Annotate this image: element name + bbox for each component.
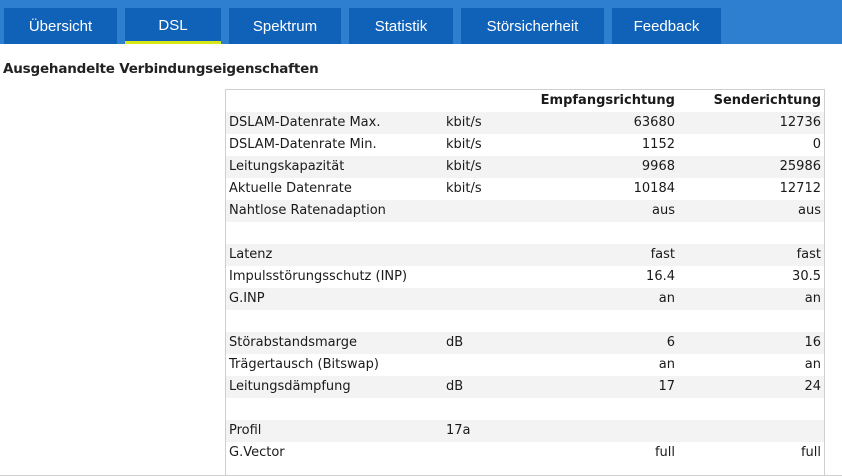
table-row: Leitungsdämpfung dB 17 24 <box>226 376 824 398</box>
section-title: Ausgehandelte Verbindungseigenschaften <box>3 61 319 77</box>
row-recv: 10184 <box>633 181 675 196</box>
tab-stoersicherheit[interactable]: Störsicherheit <box>461 8 604 44</box>
row-unit: dB <box>446 335 464 350</box>
row-recv: 1152 <box>641 137 675 152</box>
row-recv: 17 <box>658 379 675 394</box>
row-label: Trägertausch (Bitswap) <box>229 357 379 372</box>
table-row: DSLAM-Datenrate Min. kbit/s 1152 0 <box>226 134 824 156</box>
table-row: Trägertausch (Bitswap) an an <box>226 354 824 376</box>
row-recv: an <box>658 357 675 372</box>
table-row: Störabstandsmarge dB 6 16 <box>226 332 824 354</box>
row-recv: 9968 <box>641 159 675 174</box>
tab-label: DSL <box>158 17 188 34</box>
row-unit: kbit/s <box>446 115 482 130</box>
header-send: Senderichtung <box>713 93 821 108</box>
row-recv: 6 <box>666 335 675 350</box>
tab-label: Übersicht <box>28 17 93 35</box>
row-label: Impulsstörungsschutz (INP) <box>229 269 408 284</box>
row-unit: kbit/s <box>446 137 482 152</box>
row-send: 0 <box>812 137 821 152</box>
row-send: 30.5 <box>792 269 821 284</box>
row-unit: kbit/s <box>446 181 482 196</box>
row-label: Nahtlose Ratenadaption <box>229 203 386 218</box>
table-row: Impulsstörungsschutz (INP) 16.4 30.5 <box>226 266 824 288</box>
row-send: fast <box>796 247 821 262</box>
table-row: Latenz fast fast <box>226 244 824 266</box>
row-recv: 16.4 <box>646 269 675 284</box>
tab-label: Spektrum <box>252 17 318 35</box>
row-unit: dB <box>446 379 464 394</box>
table-row <box>226 222 824 244</box>
row-send: 12712 <box>779 181 821 196</box>
table-row: G.Vector full full <box>226 442 824 464</box>
row-label: G.Vector <box>229 445 285 460</box>
table-row: Profil 17a <box>226 420 824 442</box>
row-label: DSLAM-Datenrate Max. <box>229 115 381 130</box>
row-send: 25986 <box>779 159 821 174</box>
tab-spektrum[interactable]: Spektrum <box>229 8 341 44</box>
tab-uebersicht[interactable]: Übersicht <box>4 8 117 44</box>
row-send: 24 <box>804 379 821 394</box>
row-label: G.INP <box>229 291 265 306</box>
tab-dsl[interactable]: DSL <box>125 8 221 44</box>
header-recv: Empfangsrichtung <box>540 93 675 108</box>
row-send: 16 <box>804 335 821 350</box>
tab-label: Störsicherheit <box>486 17 579 35</box>
tab-feedback[interactable]: Feedback <box>612 8 721 44</box>
row-send: full <box>800 445 821 460</box>
table-row: Leitungskapazität kbit/s 9968 25986 <box>226 156 824 178</box>
tab-label: Feedback <box>633 17 700 35</box>
tab-label: Statistik <box>374 17 428 35</box>
row-label: Latenz <box>229 247 273 262</box>
table-row <box>226 310 824 332</box>
table-row: Aktuelle Datenrate kbit/s 10184 12712 <box>226 178 824 200</box>
row-label: Leitungsdämpfung <box>229 379 351 394</box>
connection-properties-table: Empfangsrichtung Senderichtung DSLAM-Dat… <box>225 89 825 476</box>
row-unit: kbit/s <box>446 159 482 174</box>
table-row: DSLAM-Datenrate Max. kbit/s 63680 12736 <box>226 112 824 134</box>
table-header-row: Empfangsrichtung Senderichtung <box>226 90 824 112</box>
row-label: Störabstandsmarge <box>229 335 357 350</box>
table-row: G.INP an an <box>226 288 824 310</box>
row-recv: fast <box>650 247 675 262</box>
row-label: Leitungskapazität <box>229 159 345 174</box>
row-label: Aktuelle Datenrate <box>229 181 352 196</box>
row-recv: 63680 <box>633 115 675 130</box>
row-label: DSLAM-Datenrate Min. <box>229 137 377 152</box>
row-unit: 17a <box>446 423 471 438</box>
tab-bar: Übersicht DSL Spektrum Statistik Störsic… <box>0 0 842 44</box>
row-recv: aus <box>652 203 675 218</box>
table-row: Nahtlose Ratenadaption aus aus <box>226 200 824 222</box>
row-label: Profil <box>229 423 262 438</box>
row-recv: an <box>658 291 675 306</box>
row-send: 12736 <box>779 115 821 130</box>
row-send: aus <box>798 203 821 218</box>
row-send: an <box>804 357 821 372</box>
table-row <box>226 398 824 420</box>
row-recv: full <box>654 445 675 460</box>
row-send: an <box>804 291 821 306</box>
tab-statistik[interactable]: Statistik <box>349 8 453 44</box>
